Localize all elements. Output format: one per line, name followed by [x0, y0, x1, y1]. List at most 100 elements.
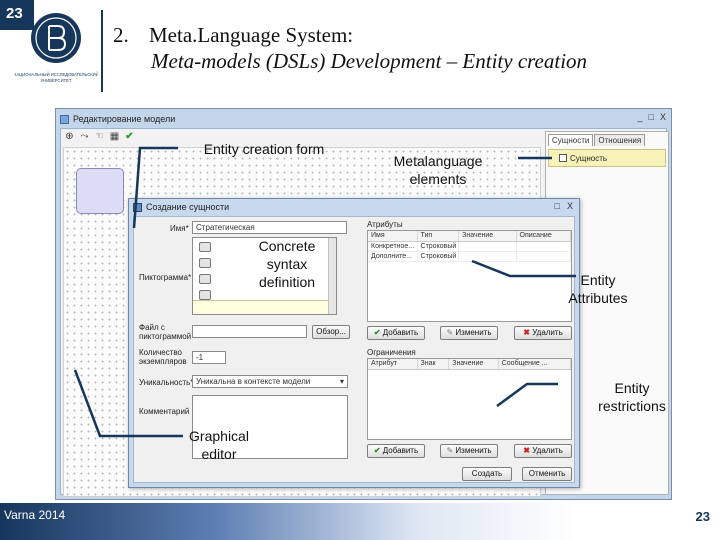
uniqueness-label: Уникальность*	[139, 378, 194, 387]
attr-col-type: Тип	[418, 231, 460, 241]
window-app-icon	[60, 114, 69, 124]
edit-attribute-label: Изменить	[455, 328, 492, 337]
dialog-controls: □ X	[555, 201, 573, 211]
attr-cell: Строковый	[418, 242, 460, 251]
entity-icon	[559, 154, 567, 162]
remove-attribute-button[interactable]: ✖ Удалить	[514, 326, 572, 340]
add-restriction-label: Добавить	[382, 446, 419, 455]
slide-subtitle: Meta-models (DSLs) Development – Entity …	[151, 49, 588, 73]
shape-option-icon[interactable]	[199, 258, 211, 268]
icon-list-scrollbar[interactable]	[328, 238, 336, 314]
attr-cell: Конкретное...	[368, 242, 418, 251]
table-row[interactable]: Конкретное... Строковый	[368, 242, 571, 252]
cursor-icon[interactable]: ⊕	[64, 131, 75, 142]
title-text: Meta.Language System:	[149, 23, 354, 47]
add-icon: ✔	[373, 446, 383, 455]
footer-bar	[0, 503, 720, 540]
footer-location: Varna 2014	[4, 508, 66, 522]
restr-col-value: Значение	[449, 359, 499, 369]
restr-col-attribute: Атрибут	[368, 359, 418, 369]
callout-entity-attributes: Entity Attributes	[568, 272, 628, 306]
model-editor-title: Редактирование модели	[73, 114, 176, 124]
restrictions-group-label: Ограничения	[367, 348, 416, 357]
callout-entity-creation-form: Entity creation form	[203, 141, 325, 157]
callout-graphical-editor: Graphical editor	[189, 428, 249, 462]
dialog-maximize-button[interactable]: □	[555, 201, 560, 211]
university-logo: НАЦИОНАЛЬНЫЙ ИССЛЕДОВАТЕЛЬСКИЙ УНИВЕРСИТ…	[14, 13, 98, 83]
edit-attribute-button[interactable]: ✎ Изменить	[440, 326, 498, 340]
slide-title: 2. Meta.Language System: Meta-models (DSL…	[113, 22, 713, 74]
minimize-button[interactable]: _	[638, 112, 643, 122]
link-icon[interactable]: ⤳	[79, 131, 90, 142]
attributes-grid[interactable]: Имя Тип Значение Описание Конкретное... …	[367, 230, 572, 322]
selected-shape-row[interactable]	[193, 300, 336, 314]
shape-option-icon[interactable]	[199, 274, 211, 284]
uniqueness-value: Уникальна в контексте модели	[196, 377, 311, 386]
comment-label: Комментарий	[139, 407, 190, 416]
uniqueness-select[interactable]: Уникальна в контексте модели ▾	[192, 375, 348, 388]
remove-attribute-label: Удалить	[532, 328, 563, 337]
title-number: 2.	[113, 23, 129, 47]
dialog-app-icon	[133, 202, 142, 212]
callout-entity-restrictions: Entity restrictions	[598, 380, 666, 414]
editor-toolbar: ⊕ ⤳ ☜ ▦ ✔	[64, 131, 135, 142]
hand-icon[interactable]: ☜	[94, 131, 105, 142]
remove-restriction-label: Удалить	[532, 446, 563, 455]
element-item-label: Сущность	[570, 153, 608, 163]
dialog-title: Создание сущности	[146, 202, 230, 212]
count-label: Количество экземпляров	[139, 348, 187, 366]
add-attribute-button[interactable]: ✔ Добавить	[367, 326, 425, 340]
tab-entities[interactable]: Сущности	[548, 134, 594, 146]
attr-cell	[459, 252, 517, 261]
attr-col-value: Значение	[459, 231, 517, 241]
edit-restriction-label: Изменить	[455, 446, 492, 455]
callout-concrete-syntax: Concrete syntax definition	[258, 238, 316, 290]
svg-text:НАЦИОНАЛЬНЫЙ ИССЛЕДОВАТЕЛЬСКИЙ: НАЦИОНАЛЬНЫЙ ИССЛЕДОВАТЕЛЬСКИЙ	[14, 72, 98, 77]
tab-relations[interactable]: Отношения	[594, 134, 646, 146]
attributes-grid-header: Имя Тип Значение Описание	[368, 231, 571, 242]
attr-cell	[517, 252, 571, 261]
table-row[interactable]: Дополните... Строковый	[368, 252, 571, 262]
header-divider	[101, 10, 103, 92]
elements-tabs: Сущности Отношения	[546, 132, 668, 146]
check-icon[interactable]: ✔	[124, 131, 135, 142]
dialog-titlebar: Создание сущности	[133, 202, 229, 212]
chevron-down-icon: ▾	[339, 377, 344, 386]
maximize-button[interactable]: □	[649, 112, 654, 122]
model-editor-titlebar: Редактирование модели	[60, 111, 175, 127]
remove-icon: ✖	[523, 446, 533, 455]
restrictions-grid[interactable]: Атрибут Знак Значение Сообщение ...	[367, 358, 572, 440]
count-input[interactable]: -1	[192, 351, 226, 364]
cancel-button[interactable]: Отменить	[522, 467, 572, 481]
attr-col-name: Имя	[368, 231, 418, 241]
grid-icon[interactable]: ▦	[109, 131, 120, 142]
attr-cell	[517, 242, 571, 251]
add-attribute-label: Добавить	[382, 328, 419, 337]
restr-col-message: Сообщение ...	[499, 359, 571, 369]
name-label: Имя*	[170, 224, 189, 233]
window-controls: _ □ X	[638, 112, 666, 122]
callout-metalanguage-elements: Metalanguage elements	[393, 153, 483, 187]
file-label: Файл с пиктограммой	[139, 323, 192, 341]
attr-cell: Строковый	[418, 252, 460, 261]
attr-col-description: Описание	[517, 231, 571, 241]
footer-page-number: 23	[695, 509, 710, 524]
icon-file-input[interactable]	[192, 325, 307, 338]
name-input[interactable]: Стратегическая	[192, 221, 347, 234]
attr-cell	[459, 242, 517, 251]
add-restriction-button[interactable]: ✔ Добавить	[367, 444, 425, 458]
shape-option-icon[interactable]	[199, 290, 211, 300]
icon-label: Пиктограмма*	[139, 273, 192, 282]
create-button[interactable]: Создать	[462, 467, 512, 481]
browse-button[interactable]: Обзор...	[312, 325, 350, 339]
close-button[interactable]: X	[660, 112, 666, 122]
add-icon: ✔	[373, 328, 383, 337]
element-item-entity[interactable]: Сущность	[548, 149, 666, 167]
entity-shape-node[interactable]	[76, 168, 124, 214]
edit-restriction-button[interactable]: ✎ Изменить	[440, 444, 498, 458]
restrictions-grid-header: Атрибут Знак Значение Сообщение ...	[368, 359, 571, 370]
shape-option-icon[interactable]	[199, 242, 211, 252]
remove-restriction-button[interactable]: ✖ Удалить	[514, 444, 572, 458]
remove-icon: ✖	[523, 328, 533, 337]
dialog-close-button[interactable]: X	[567, 201, 573, 211]
